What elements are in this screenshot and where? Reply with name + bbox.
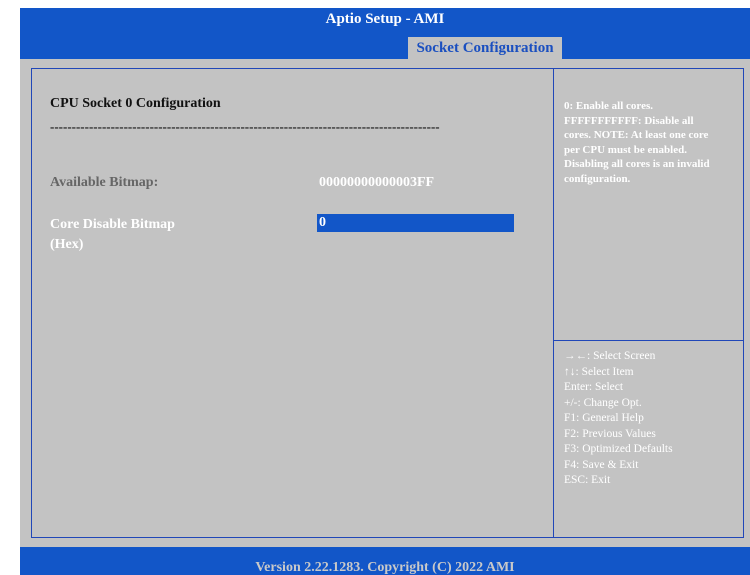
available-bitmap-value: 00000000000003FF	[319, 175, 435, 190]
key-previous-values: F2: Previous Values	[564, 427, 656, 440]
key-change-opt: +/-: Change Opt.	[564, 396, 642, 409]
key-enter: Enter: Select	[564, 381, 624, 393]
key-save-exit: F4: Save & Exit	[564, 458, 639, 471]
key-legend: →←: Select Screen ↑↓: Select Item Enter:…	[564, 349, 734, 489]
help-text: 0: Enable all cores. FFFFFFFFFFF: Disabl…	[564, 100, 710, 185]
separator-line: ----------------------------------------…	[50, 119, 440, 134]
main-frame: CPU Socket 0 Configuration -------------…	[31, 68, 744, 538]
bios-setup-screen: Aptio Setup - AMI Socket Configuration C…	[20, 8, 750, 575]
app-title: Aptio Setup - AMI	[20, 8, 750, 31]
key-esc-exit: ESC: Exit	[564, 474, 611, 486]
vertical-divider	[553, 69, 554, 537]
core-disable-bitmap-label[interactable]: Core Disable Bitmap (Hex)	[50, 215, 190, 255]
key-select-item: ↑↓: Select Item	[564, 365, 634, 378]
key-optimized-defaults: F3: Optimized Defaults	[564, 443, 673, 455]
key-general-help: F1: General Help	[564, 412, 644, 424]
available-bitmap-label: Available Bitmap:	[50, 175, 159, 190]
core-disable-bitmap-input[interactable]: 0	[317, 214, 514, 232]
key-select-screen: →←: Select Screen	[564, 350, 656, 362]
tab-bar: Socket Configuration	[20, 31, 750, 60]
section-title: CPU Socket 0 Configuration	[50, 96, 221, 111]
footer-version: Version 2.22.1283. Copyright (C) 2022 AM…	[20, 547, 750, 575]
tab-socket-configuration[interactable]: Socket Configuration	[408, 37, 562, 60]
help-divider	[554, 340, 744, 341]
